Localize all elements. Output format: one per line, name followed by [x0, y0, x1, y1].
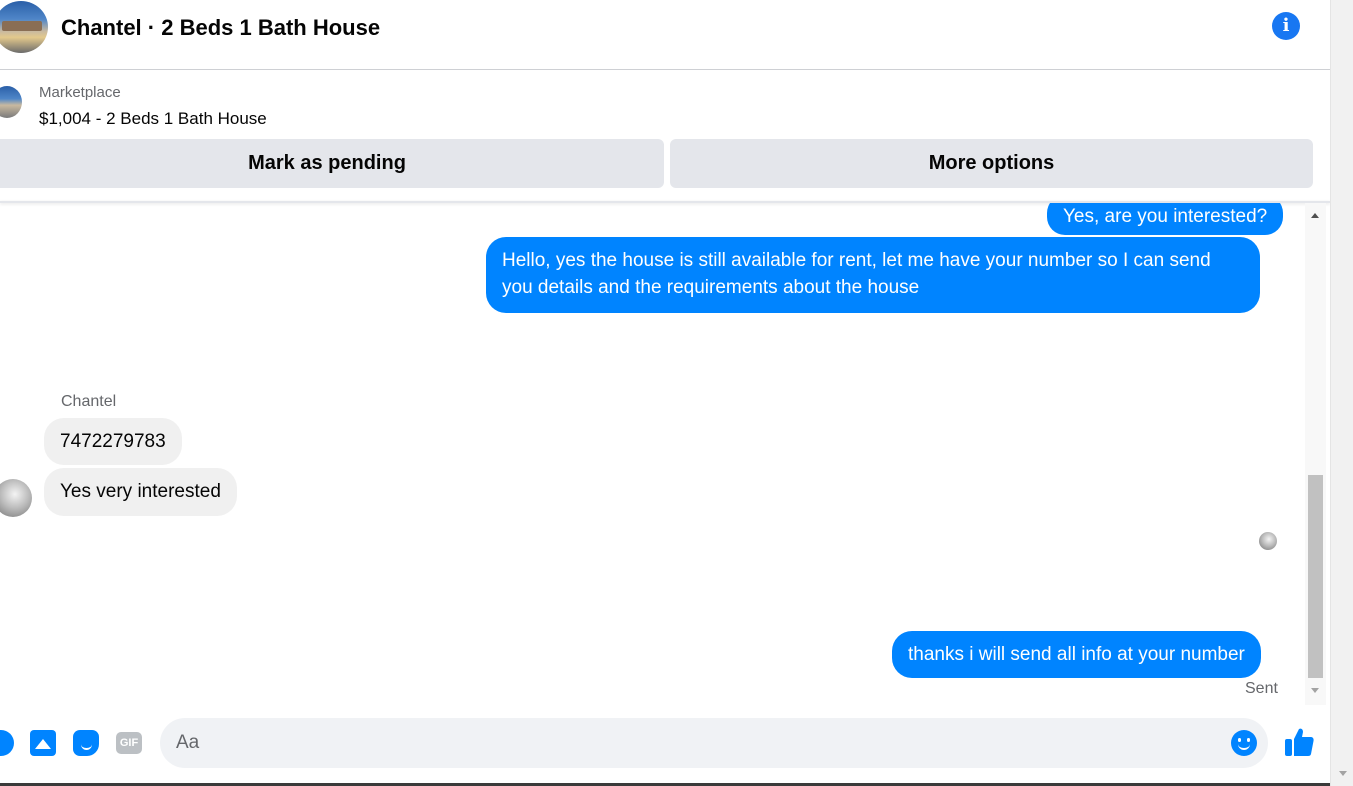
marketplace-label: Marketplace: [39, 84, 121, 101]
listing-thumbnail[interactable]: [0, 86, 22, 118]
scroll-down-arrow-icon[interactable]: [1311, 688, 1319, 693]
outgoing-message: thanks i will send all info at your numb…: [892, 631, 1261, 678]
thumbs-up-icon[interactable]: [1284, 726, 1314, 758]
page-scrollbar[interactable]: [1330, 0, 1353, 786]
info-icon[interactable]: i: [1272, 12, 1300, 40]
more-options-button[interactable]: More options: [670, 139, 1313, 188]
photo-icon[interactable]: [30, 730, 56, 756]
listing-avatar[interactable]: [0, 1, 48, 53]
conversation-header: Chantel · 2 Beds 1 Bath House i: [0, 0, 1330, 70]
sender-name: Chantel: [61, 393, 117, 410]
emoji-icon[interactable]: [1231, 730, 1257, 756]
message-status: Sent: [1245, 680, 1278, 697]
gif-icon[interactable]: GIF: [116, 732, 142, 754]
sticker-icon[interactable]: [73, 730, 99, 756]
seen-indicator-avatar: [1259, 532, 1277, 550]
outgoing-message: Hello, yes the house is still available …: [486, 237, 1260, 313]
scroll-up-arrow-icon[interactable]: [1311, 213, 1319, 218]
mark-as-pending-button[interactable]: Mark as pending: [0, 139, 664, 188]
page-scroll-down-icon[interactable]: [1339, 771, 1347, 776]
incoming-message: 7472279783: [44, 418, 182, 465]
incoming-message: Yes very interested: [44, 468, 237, 516]
message-thread: Yes, are you interested? Hello, yes the …: [0, 203, 1305, 708]
message-composer: GIF Aa: [0, 708, 1330, 783]
scrollbar-thumb[interactable]: [1308, 475, 1323, 678]
listing-title[interactable]: $1,004 - 2 Beds 1 Bath House: [39, 109, 267, 129]
add-icon[interactable]: [0, 730, 14, 756]
chat-scrollbar[interactable]: [1305, 203, 1326, 705]
sender-avatar[interactable]: [0, 479, 32, 517]
outgoing-message: Yes, are you interested?: [1047, 203, 1284, 235]
conversation-title[interactable]: Chantel · 2 Beds 1 Bath House: [61, 14, 380, 42]
message-input[interactable]: Aa: [160, 718, 1268, 768]
